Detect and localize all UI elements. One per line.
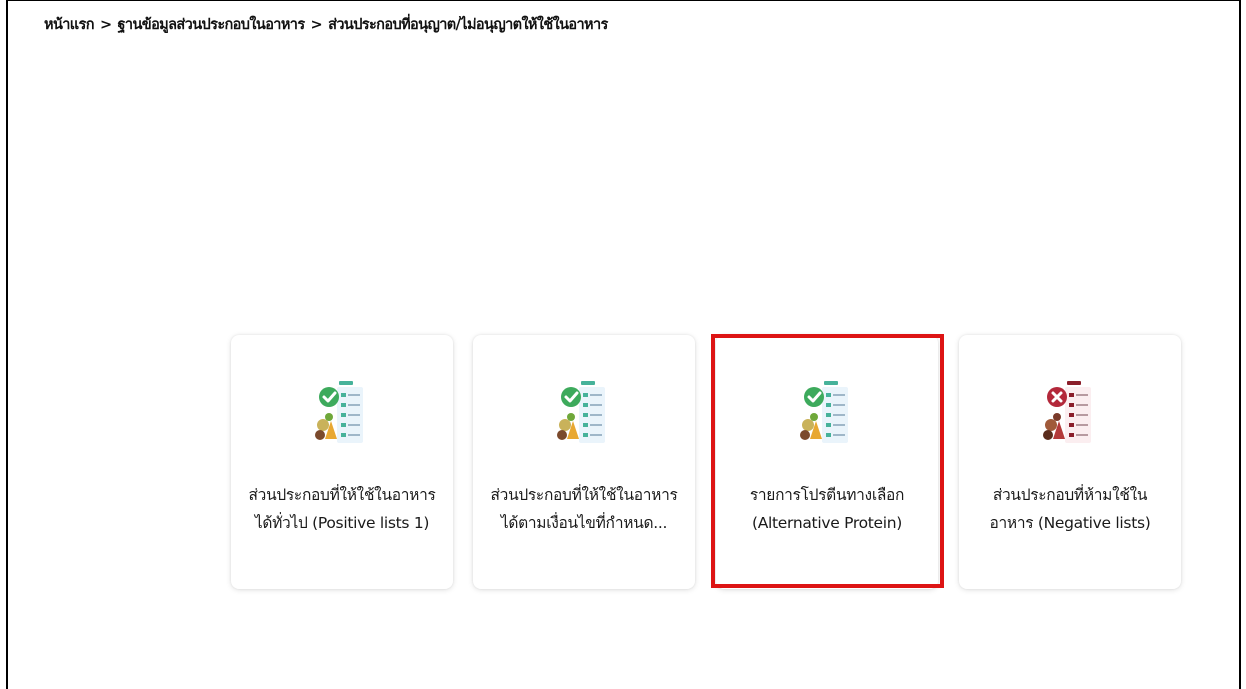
card-label-line2: อาหาร (Negative lists) — [989, 514, 1151, 532]
card-label-line2: (Alternative Protein) — [751, 514, 903, 532]
card-label-line1: รายการโปรตีนทางเลือก — [749, 486, 905, 504]
card-label-line1: ส่วนประกอบที่ให้ใช้ในอาหาร — [248, 486, 436, 504]
positive-list-icon — [315, 381, 369, 445]
card-label: รายการโปรตีนทางเลือก (Alternative Protei… — [724, 481, 930, 537]
positive-list-icon — [800, 381, 854, 445]
negative-list-icon — [1043, 381, 1097, 445]
breadcrumb: หน้าแรก > ฐานข้อมูลส่วนประกอบในอาหาร > ส… — [44, 13, 608, 36]
card-positive-lists-conditional[interactable]: ส่วนประกอบที่ให้ใช้ในอาหาร ได้ตามเงื่อนไ… — [473, 335, 695, 589]
card-label-line1: ส่วนประกอบที่ให้ใช้ในอาหาร — [490, 486, 678, 504]
card-label-line1: ส่วนประกอบที่ห้ามใช้ใน — [992, 486, 1148, 504]
breadcrumb-home-link[interactable]: หน้าแรก — [44, 13, 95, 36]
breadcrumb-separator: > — [310, 16, 323, 33]
card-positive-lists-1[interactable]: ส่วนประกอบที่ให้ใช้ในอาหาร ได้ทั่วไป (Po… — [231, 335, 453, 589]
positive-list-icon — [557, 381, 611, 445]
breadcrumb-current-page: ส่วนประกอบที่อนุญาต/ไม่อนุญาตให้ใช้ในอาห… — [328, 17, 608, 33]
card-label-line2: ได้ตามเงื่อนไขที่กำหนด... — [500, 514, 668, 532]
breadcrumb-ingredient-database-link[interactable]: ฐานข้อมูลส่วนประกอบในอาหาร — [118, 13, 306, 36]
card-label-line2: ได้ทั่วไป (Positive lists 1) — [254, 514, 430, 532]
card-label: ส่วนประกอบที่ให้ใช้ในอาหาร ได้ตามเงื่อนไ… — [481, 481, 687, 537]
breadcrumb-separator: > — [99, 16, 112, 33]
card-label: ส่วนประกอบที่ให้ใช้ในอาหาร ได้ทั่วไป (Po… — [239, 481, 445, 537]
card-label: ส่วนประกอบที่ห้ามใช้ใน อาหาร (Negative l… — [967, 481, 1173, 537]
card-negative-lists[interactable]: ส่วนประกอบที่ห้ามใช้ใน อาหาร (Negative l… — [959, 335, 1181, 589]
card-alternative-protein[interactable]: รายการโปรตีนทางเลือก (Alternative Protei… — [716, 335, 938, 589]
